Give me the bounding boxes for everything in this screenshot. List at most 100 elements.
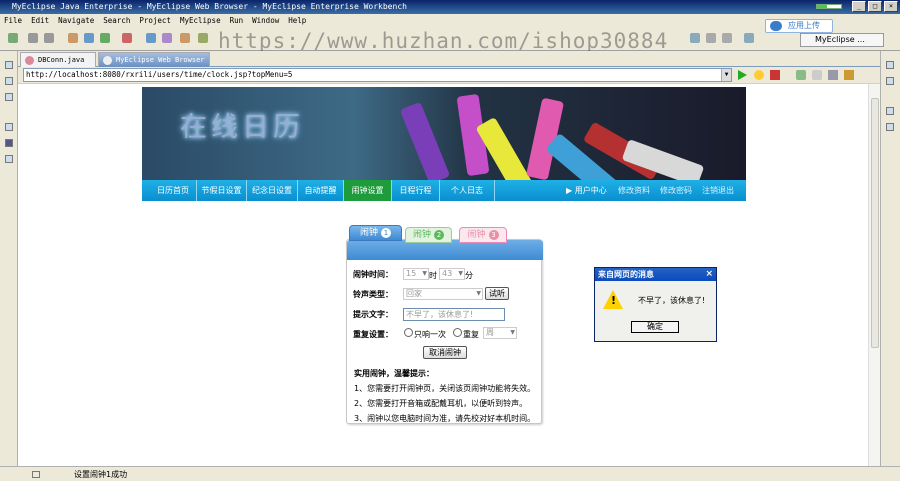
reminder-text-input[interactable]: 不早了，该休息了!: [403, 308, 505, 321]
repeat-select[interactable]: 周 ▼: [483, 327, 517, 339]
user-center-label: 用户中心: [574, 186, 607, 195]
maximize-button[interactable]: □: [868, 1, 882, 12]
perspective-label: MyEclipse ...: [815, 35, 865, 44]
go-icon[interactable]: [738, 70, 747, 80]
hour-value: 15: [406, 269, 417, 278]
package-explorer-icon[interactable]: [5, 61, 13, 69]
back-icon[interactable]: [706, 33, 716, 43]
menu-myeclipse[interactable]: MyEclipse: [180, 14, 221, 27]
hour-unit: 时: [429, 271, 437, 280]
tab-label: 闹钟: [467, 230, 486, 240]
project-icon[interactable]: [198, 33, 208, 43]
ok-button[interactable]: 确定: [631, 321, 679, 333]
print-icon[interactable]: [44, 33, 54, 43]
text-label: 提示文字：: [353, 310, 393, 319]
menu-search[interactable]: Search: [103, 14, 130, 27]
once-radio[interactable]: [404, 328, 413, 337]
cloud-upload-button[interactable]: 应用上传: [765, 19, 833, 33]
servers-icon[interactable]: [5, 123, 13, 131]
close-window-button[interactable]: ×: [884, 1, 898, 12]
tasks-icon[interactable]: [886, 77, 894, 85]
stop-icon[interactable]: [770, 70, 780, 80]
nav-calendar-home[interactable]: 日历首页: [150, 180, 197, 201]
menu-file[interactable]: File: [4, 14, 22, 27]
home-icon[interactable]: [828, 70, 838, 80]
forward-arrow-icon[interactable]: [812, 70, 822, 80]
tab-number: 1: [381, 228, 391, 238]
search-icon[interactable]: [690, 33, 700, 43]
alarm-panel: 闹钟 1 闹钟 2 闹钟 3 闹钟时间： 15 ▼ 时 43 ▼ 分 铃声类型： 回家 ▼ …: [346, 225, 543, 424]
left-trim: [0, 51, 18, 466]
forward-icon[interactable]: [722, 33, 732, 43]
problems-icon[interactable]: [5, 155, 13, 163]
print-page-icon[interactable]: [844, 70, 854, 80]
nav-holiday[interactable]: 节假日设置: [197, 180, 247, 201]
perspective-switcher[interactable]: MyEclipse ...: [800, 33, 884, 47]
right-trim: [880, 51, 900, 466]
restore-icon[interactable]: [886, 61, 894, 69]
palette-icon[interactable]: [886, 123, 894, 131]
new-icon[interactable]: [8, 33, 18, 43]
nav-auto-remind[interactable]: 自动提醒: [298, 180, 344, 201]
nav-alarm[interactable]: 闹钟设置: [344, 180, 392, 201]
crayon-image: [399, 101, 451, 180]
user-center-link[interactable]: ▶ 用户中心: [566, 180, 607, 201]
nav-diary[interactable]: 个人日志: [440, 180, 495, 201]
stop-icon[interactable]: [122, 33, 132, 43]
hierarchy-icon[interactable]: [5, 93, 13, 101]
chevron-down-icon: ▼: [510, 329, 515, 336]
sound-select[interactable]: 回家 ▼: [403, 288, 483, 300]
browser-icon[interactable]: [162, 33, 172, 43]
tab-alarm-3[interactable]: 闹钟 3: [459, 227, 507, 243]
refresh-icon[interactable]: [754, 70, 764, 80]
editor-tabs: DBConn.java MyEclipse Web Browser: [18, 51, 880, 67]
menu-edit[interactable]: Edit: [31, 14, 49, 27]
properties-icon[interactable]: [886, 107, 894, 115]
save-icon[interactable]: [28, 33, 38, 43]
outline-icon[interactable]: [5, 77, 13, 85]
vertical-scrollbar[interactable]: [868, 84, 880, 466]
tip-item: 1、您需要打开闹钟页，关闭该页闹钟功能将失效。: [354, 384, 536, 393]
deploy-icon[interactable]: [146, 33, 156, 43]
once-label: 只响一次: [414, 330, 446, 339]
hour-select[interactable]: 15 ▼: [403, 268, 429, 280]
edit-profile-link[interactable]: 修改资料: [618, 180, 650, 201]
server-icon[interactable]: [84, 33, 94, 43]
cloud-upload-label: 应用上传: [788, 21, 820, 30]
tab-alarm-1[interactable]: 闹钟 1: [349, 225, 402, 241]
menu-window[interactable]: Window: [252, 14, 279, 27]
menu-run[interactable]: Run: [230, 14, 244, 27]
site-nav: 日历首页 节假日设置 纪念日设置 自动提醒 闹钟设置 日程行程 个人日志 ▶ 用…: [142, 180, 746, 201]
java-file-icon: [25, 56, 34, 65]
alert-dialog: 来自网页的消息 × ! 不早了，该休息了! 确定: [594, 267, 717, 342]
minute-select[interactable]: 43 ▼: [439, 268, 465, 280]
crayon-image: [621, 138, 705, 180]
menu-help[interactable]: Help: [288, 14, 306, 27]
tab-label: 闹钟: [359, 228, 378, 238]
logout-link[interactable]: 注销退出: [702, 180, 734, 201]
listen-button[interactable]: 试听: [485, 287, 509, 300]
menu-navigate[interactable]: Navigate: [58, 14, 94, 27]
debug-icon[interactable]: [68, 33, 78, 43]
dialog-title: 来自网页的消息: [598, 270, 654, 279]
back-arrow-icon[interactable]: [796, 70, 806, 80]
run-icon[interactable]: [100, 33, 110, 43]
close-icon[interactable]: ×: [705, 268, 713, 281]
url-dropdown-icon[interactable]: ▼: [721, 69, 731, 81]
tab-web-browser[interactable]: MyEclipse Web Browser: [98, 52, 210, 67]
cancel-alarm-button[interactable]: 取消闹钟: [423, 346, 467, 359]
minute-unit: 分: [465, 271, 473, 280]
tab-alarm-2[interactable]: 闹钟 2: [405, 227, 452, 243]
package-icon[interactable]: [180, 33, 190, 43]
url-input[interactable]: http://localhost:8080/rxrili/users/time/…: [23, 68, 732, 82]
repeat-radio[interactable]: [453, 328, 462, 337]
menu-project[interactable]: Project: [139, 14, 171, 27]
change-password-link[interactable]: 修改密码: [660, 180, 692, 201]
perspective-open-icon[interactable]: [744, 33, 754, 43]
scroll-thumb[interactable]: [871, 98, 879, 348]
tab-dbconn[interactable]: DBConn.java: [20, 52, 96, 67]
minimize-button[interactable]: _: [852, 1, 866, 12]
nav-anniversary[interactable]: 纪念日设置: [247, 180, 298, 201]
console-icon[interactable]: [5, 139, 13, 147]
nav-schedule[interactable]: 日程行程: [392, 180, 440, 201]
